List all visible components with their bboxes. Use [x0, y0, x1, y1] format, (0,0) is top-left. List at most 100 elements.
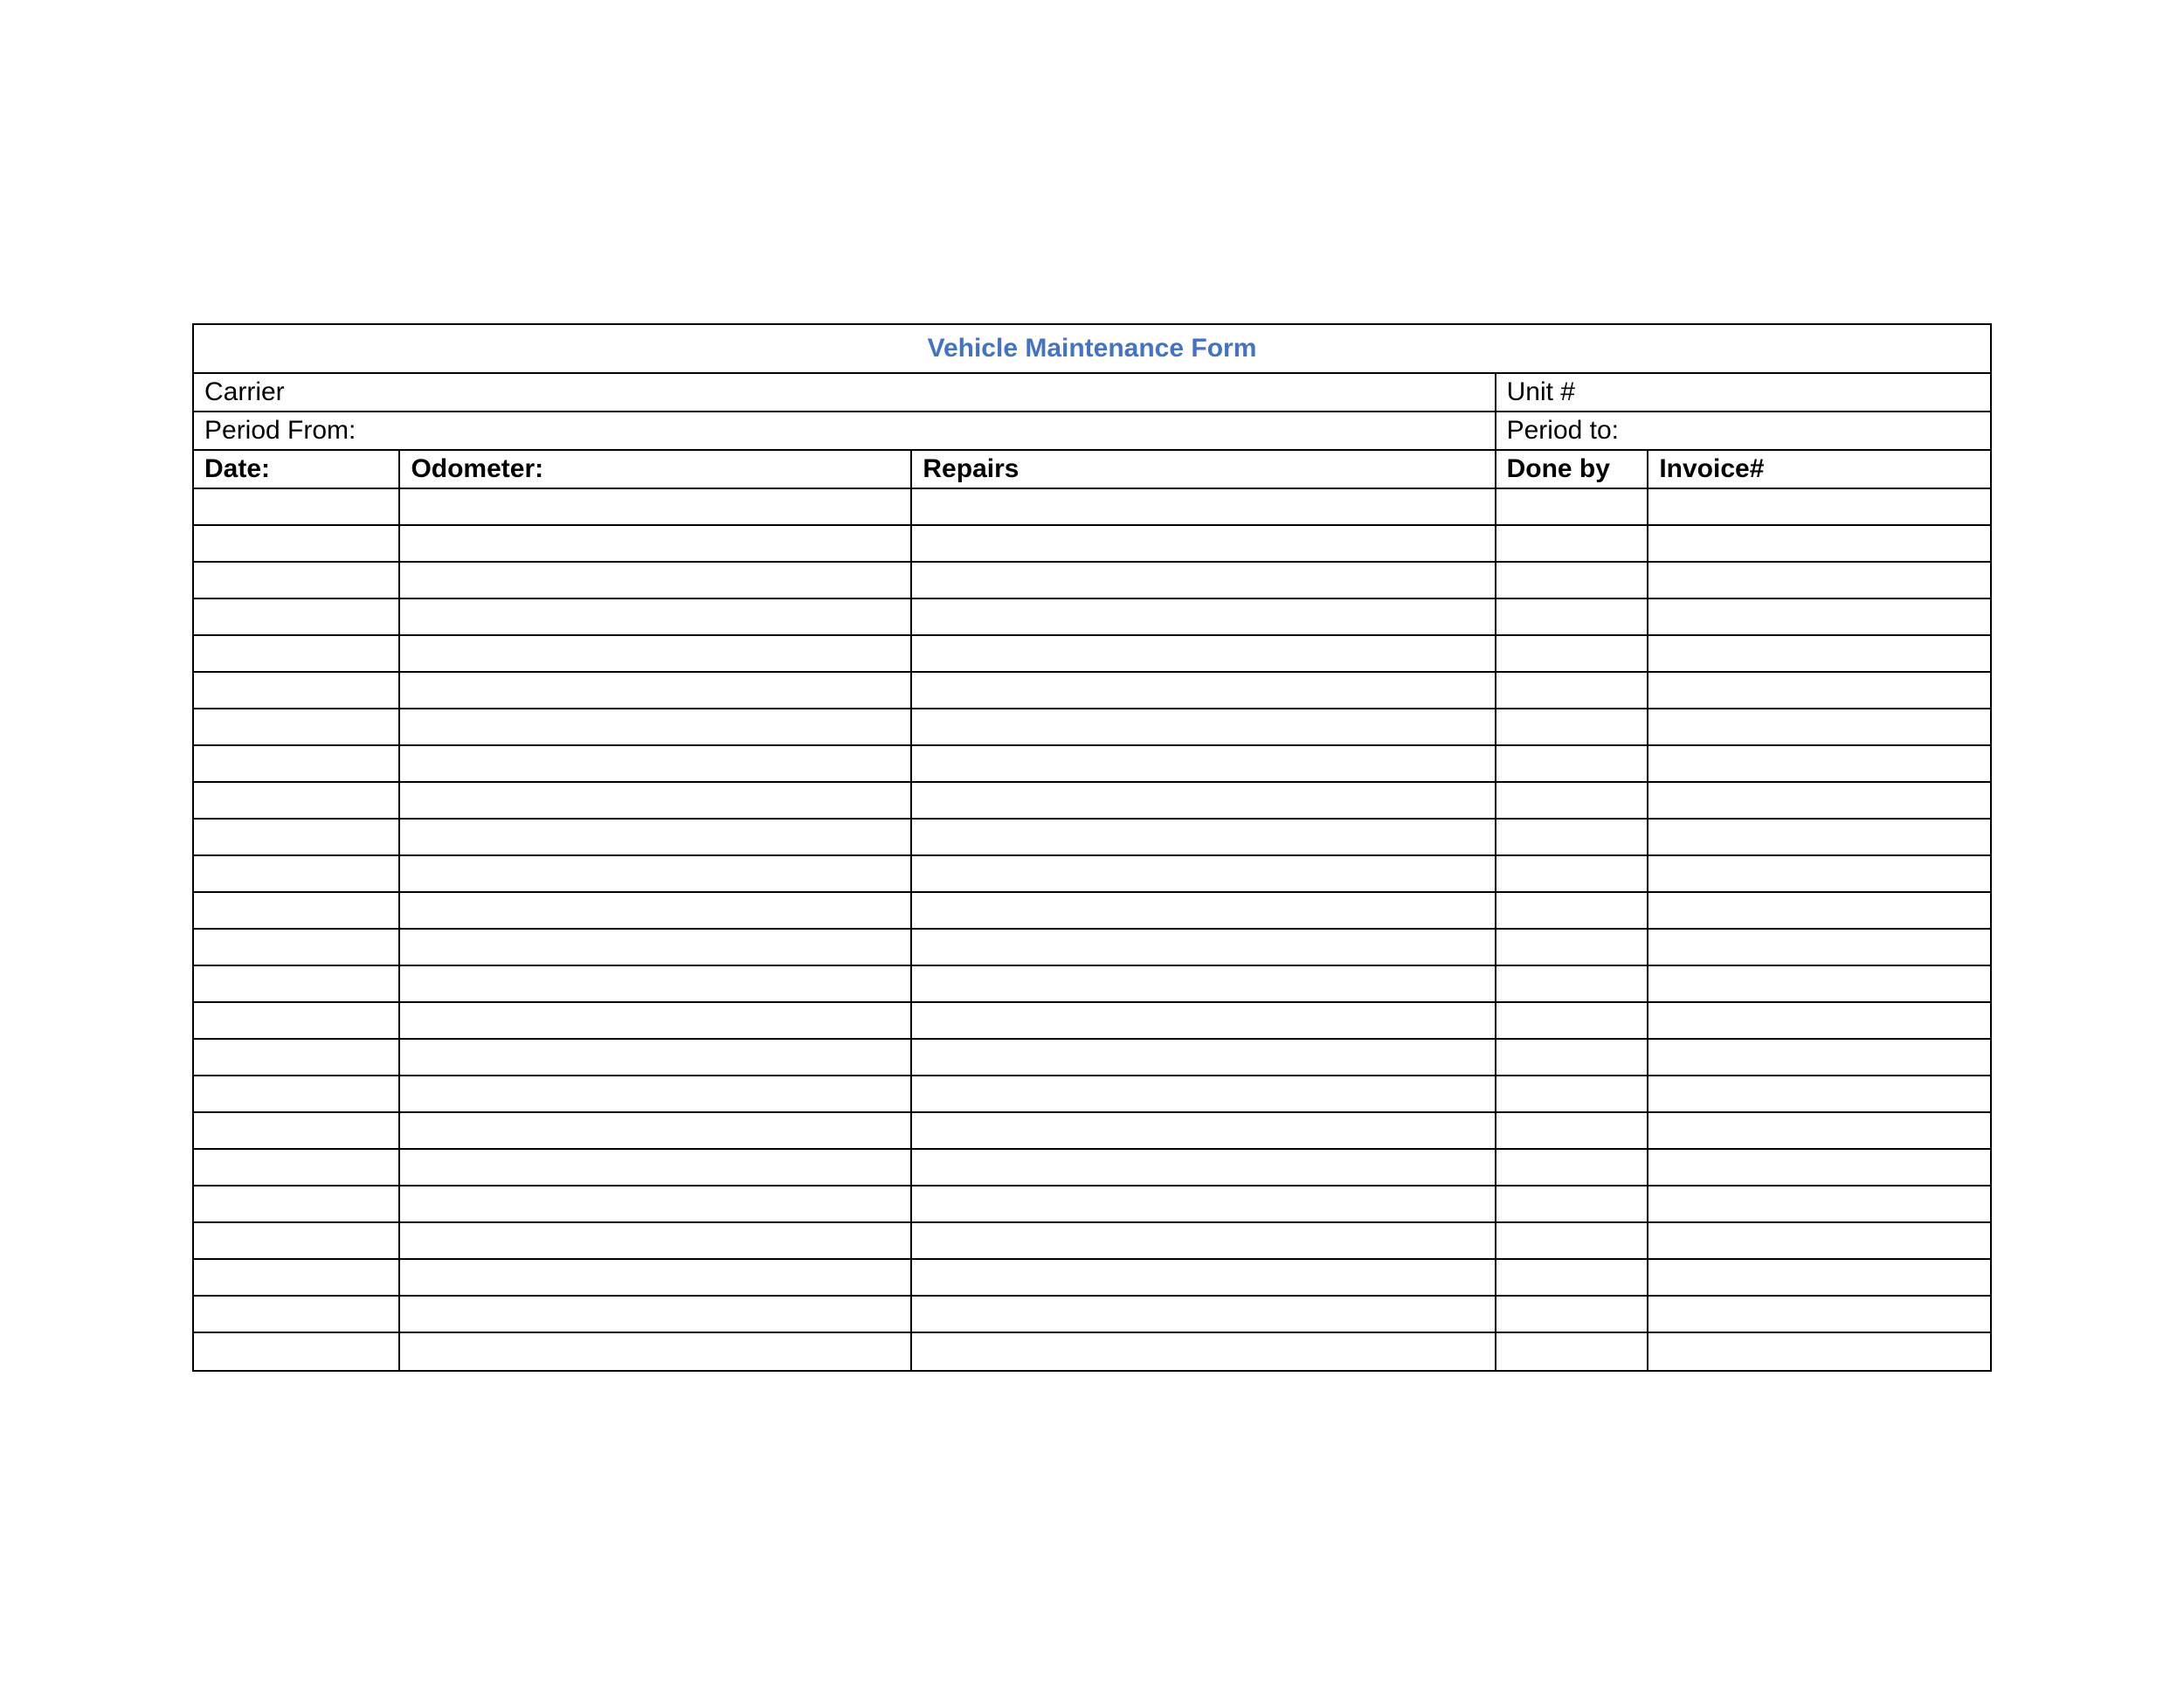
- cell-invoice[interactable]: [1648, 1260, 1990, 1295]
- cell-repairs[interactable]: [912, 966, 1496, 1001]
- cell-doneby[interactable]: [1496, 1076, 1649, 1111]
- cell-date[interactable]: [194, 1260, 400, 1295]
- cell-odometer[interactable]: [400, 856, 912, 891]
- cell-repairs[interactable]: [912, 1003, 1496, 1038]
- cell-date[interactable]: [194, 966, 400, 1001]
- cell-date[interactable]: [194, 563, 400, 598]
- cell-date[interactable]: [194, 1186, 400, 1221]
- cell-repairs[interactable]: [912, 1150, 1496, 1185]
- cell-doneby[interactable]: [1496, 599, 1649, 634]
- cell-doneby[interactable]: [1496, 930, 1649, 965]
- cell-invoice[interactable]: [1648, 820, 1990, 854]
- cell-odometer[interactable]: [400, 636, 912, 671]
- cell-odometer[interactable]: [400, 709, 912, 744]
- cell-doneby[interactable]: [1496, 1260, 1649, 1295]
- cell-odometer[interactable]: [400, 599, 912, 634]
- cell-repairs[interactable]: [912, 599, 1496, 634]
- cell-date[interactable]: [194, 1150, 400, 1185]
- cell-repairs[interactable]: [912, 709, 1496, 744]
- cell-odometer[interactable]: [400, 966, 912, 1001]
- cell-repairs[interactable]: [912, 930, 1496, 965]
- cell-repairs[interactable]: [912, 526, 1496, 561]
- cell-repairs[interactable]: [912, 1186, 1496, 1221]
- cell-repairs[interactable]: [912, 746, 1496, 781]
- cell-doneby[interactable]: [1496, 1297, 1649, 1332]
- cell-odometer[interactable]: [400, 1150, 912, 1185]
- cell-date[interactable]: [194, 599, 400, 634]
- cell-repairs[interactable]: [912, 856, 1496, 891]
- cell-date[interactable]: [194, 1076, 400, 1111]
- cell-invoice[interactable]: [1648, 1223, 1990, 1258]
- cell-repairs[interactable]: [912, 563, 1496, 598]
- unit-field[interactable]: Unit #: [1496, 374, 1990, 411]
- cell-odometer[interactable]: [400, 673, 912, 708]
- cell-doneby[interactable]: [1496, 856, 1649, 891]
- cell-doneby[interactable]: [1496, 966, 1649, 1001]
- cell-odometer[interactable]: [400, 1297, 912, 1332]
- cell-odometer[interactable]: [400, 820, 912, 854]
- cell-invoice[interactable]: [1648, 746, 1990, 781]
- cell-date[interactable]: [194, 746, 400, 781]
- cell-repairs[interactable]: [912, 1076, 1496, 1111]
- cell-date[interactable]: [194, 1003, 400, 1038]
- cell-odometer[interactable]: [400, 1186, 912, 1221]
- cell-repairs[interactable]: [912, 1113, 1496, 1148]
- cell-doneby[interactable]: [1496, 1333, 1649, 1370]
- cell-doneby[interactable]: [1496, 1223, 1649, 1258]
- cell-date[interactable]: [194, 820, 400, 854]
- cell-invoice[interactable]: [1648, 1297, 1990, 1332]
- cell-invoice[interactable]: [1648, 1186, 1990, 1221]
- cell-invoice[interactable]: [1648, 709, 1990, 744]
- cell-odometer[interactable]: [400, 1113, 912, 1148]
- cell-invoice[interactable]: [1648, 1003, 1990, 1038]
- cell-date[interactable]: [194, 1297, 400, 1332]
- cell-repairs[interactable]: [912, 1260, 1496, 1295]
- cell-odometer[interactable]: [400, 1223, 912, 1258]
- cell-doneby[interactable]: [1496, 709, 1649, 744]
- cell-odometer[interactable]: [400, 893, 912, 928]
- cell-odometer[interactable]: [400, 1333, 912, 1370]
- cell-doneby[interactable]: [1496, 1150, 1649, 1185]
- cell-date[interactable]: [194, 856, 400, 891]
- cell-date[interactable]: [194, 636, 400, 671]
- cell-date[interactable]: [194, 1113, 400, 1148]
- cell-repairs[interactable]: [912, 783, 1496, 818]
- cell-odometer[interactable]: [400, 1260, 912, 1295]
- cell-invoice[interactable]: [1648, 526, 1990, 561]
- cell-doneby[interactable]: [1496, 746, 1649, 781]
- cell-doneby[interactable]: [1496, 1113, 1649, 1148]
- cell-date[interactable]: [194, 930, 400, 965]
- cell-doneby[interactable]: [1496, 489, 1649, 524]
- cell-doneby[interactable]: [1496, 563, 1649, 598]
- cell-invoice[interactable]: [1648, 930, 1990, 965]
- cell-odometer[interactable]: [400, 1076, 912, 1111]
- cell-date[interactable]: [194, 526, 400, 561]
- cell-doneby[interactable]: [1496, 673, 1649, 708]
- period-from-field[interactable]: Period From:: [194, 412, 1496, 449]
- cell-doneby[interactable]: [1496, 1040, 1649, 1075]
- cell-repairs[interactable]: [912, 893, 1496, 928]
- cell-invoice[interactable]: [1648, 856, 1990, 891]
- cell-date[interactable]: [194, 489, 400, 524]
- cell-invoice[interactable]: [1648, 783, 1990, 818]
- cell-odometer[interactable]: [400, 563, 912, 598]
- cell-repairs[interactable]: [912, 1040, 1496, 1075]
- cell-invoice[interactable]: [1648, 563, 1990, 598]
- cell-repairs[interactable]: [912, 820, 1496, 854]
- cell-date[interactable]: [194, 1223, 400, 1258]
- cell-repairs[interactable]: [912, 1333, 1496, 1370]
- cell-invoice[interactable]: [1648, 1333, 1990, 1370]
- cell-repairs[interactable]: [912, 636, 1496, 671]
- cell-doneby[interactable]: [1496, 636, 1649, 671]
- cell-date[interactable]: [194, 673, 400, 708]
- cell-invoice[interactable]: [1648, 1076, 1990, 1111]
- cell-odometer[interactable]: [400, 526, 912, 561]
- cell-doneby[interactable]: [1496, 783, 1649, 818]
- cell-invoice[interactable]: [1648, 489, 1990, 524]
- cell-repairs[interactable]: [912, 1297, 1496, 1332]
- cell-odometer[interactable]: [400, 783, 912, 818]
- cell-invoice[interactable]: [1648, 1113, 1990, 1148]
- cell-date[interactable]: [194, 709, 400, 744]
- cell-invoice[interactable]: [1648, 966, 1990, 1001]
- cell-doneby[interactable]: [1496, 1003, 1649, 1038]
